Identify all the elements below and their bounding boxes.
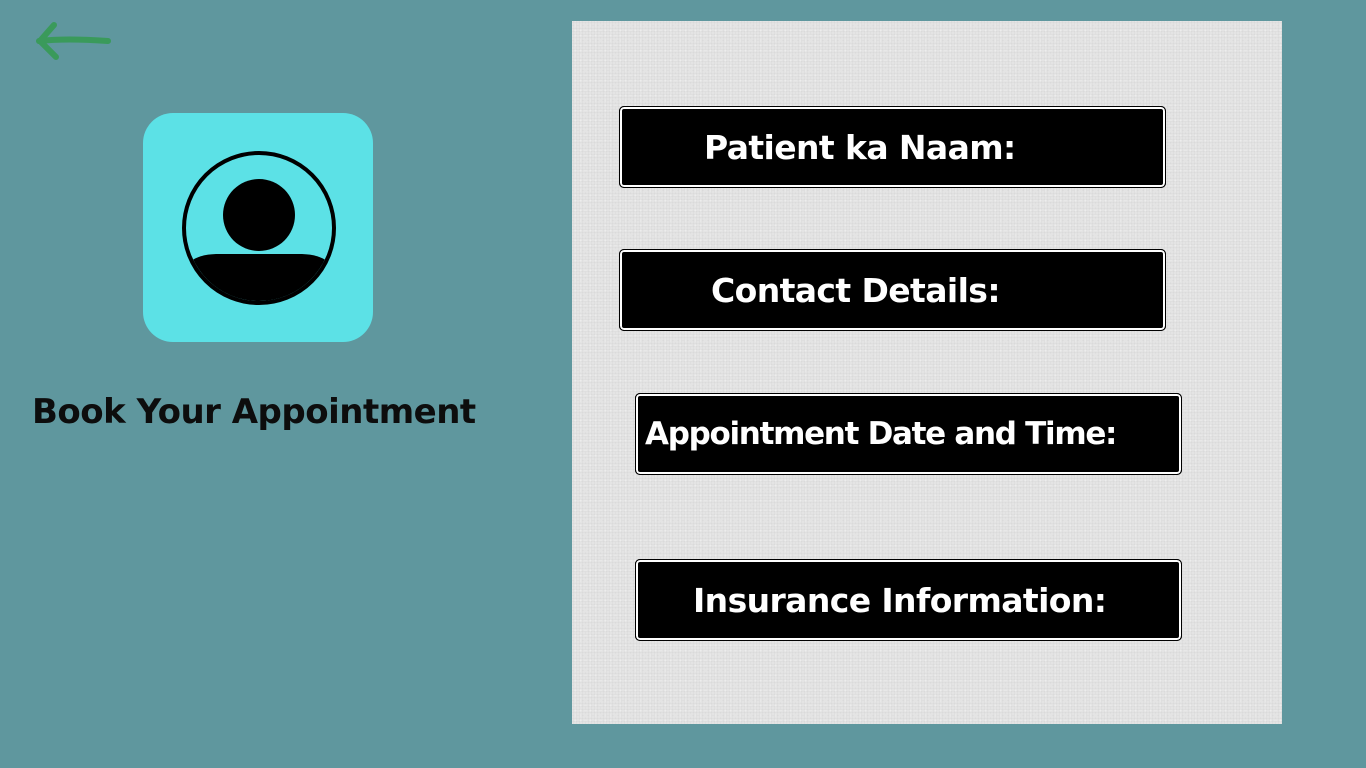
appointment-datetime-field[interactable]: Appointment Date and Time: xyxy=(635,393,1182,475)
patient-name-field[interactable]: Patient ka Naam: xyxy=(619,106,1166,188)
appointment-form-panel: Patient ka Naam: Contact Details: Appoin… xyxy=(572,21,1282,724)
back-button[interactable] xyxy=(36,20,114,62)
page-title: Book Your Appointment xyxy=(32,392,476,432)
insurance-information-label: Insurance Information: xyxy=(693,580,1107,620)
insurance-information-field[interactable]: Insurance Information: xyxy=(635,559,1182,641)
contact-details-field[interactable]: Contact Details: xyxy=(619,249,1166,331)
avatar xyxy=(143,113,373,342)
arrow-left-icon xyxy=(36,22,111,60)
patient-name-label: Patient ka Naam: xyxy=(704,127,1016,167)
contact-details-label: Contact Details: xyxy=(711,270,1001,310)
user-avatar-icon xyxy=(182,151,336,305)
appointment-datetime-label: Appointment Date and Time: xyxy=(645,416,1117,452)
